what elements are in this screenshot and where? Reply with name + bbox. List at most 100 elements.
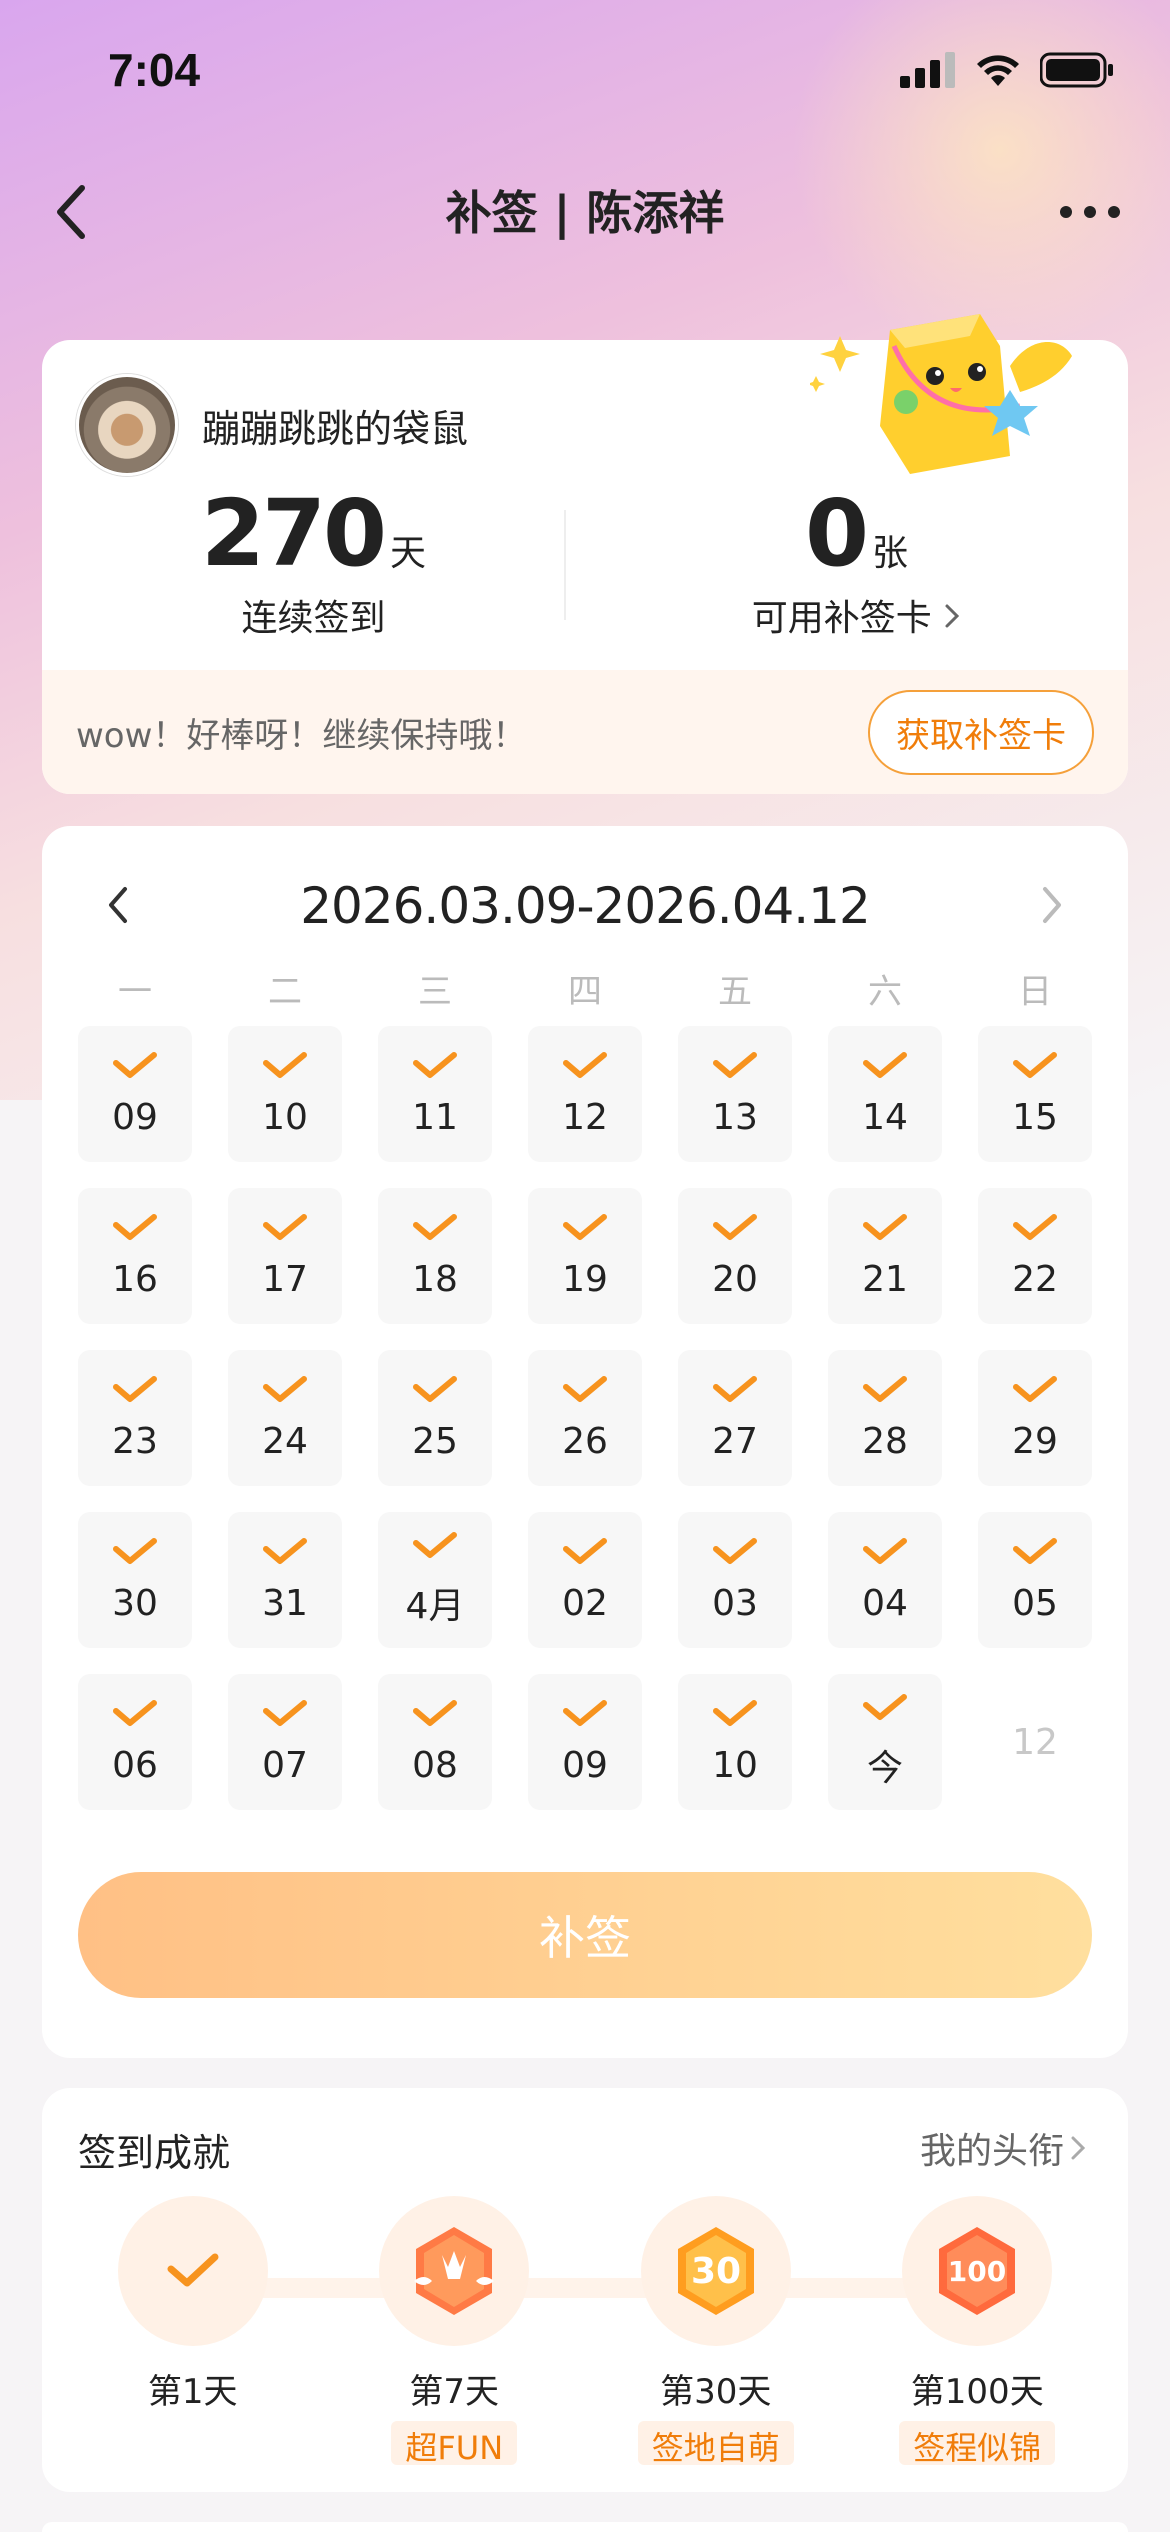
calendar-day-label: 30 [112, 1582, 158, 1624]
calendar-day[interactable]: 11 [378, 1026, 492, 1162]
streak-label: 连续签到 [241, 597, 386, 639]
signal-icon [900, 52, 955, 88]
check-icon [413, 1051, 457, 1078]
calendar-day-label: 07 [262, 1744, 308, 1786]
user-name: 蹦蹦跳跳的袋鼠 [202, 406, 469, 451]
calendar-day[interactable]: 21 [828, 1188, 942, 1324]
check-icon [113, 1051, 157, 1078]
achievement-day: 第30天 [660, 2372, 772, 2412]
weekday-label: 一 [118, 972, 152, 1012]
calendar-day[interactable]: 今 [828, 1674, 942, 1810]
calendar-header: 2026.03.09-2026.04.12 [42, 866, 1128, 946]
calendar-day[interactable]: 17 [228, 1188, 342, 1324]
calendar-day[interactable]: 08 [378, 1674, 492, 1810]
next-period-button[interactable] [1028, 880, 1078, 930]
calendar-day[interactable]: 30 [78, 1512, 192, 1648]
calendar-day-label: 13 [712, 1096, 758, 1138]
achievement-item[interactable]: 100 第100天 签程似锦 [892, 2196, 1062, 2467]
weekday-header: 一二三四五六日 [78, 964, 1092, 1013]
calendar-day[interactable]: 09 [78, 1026, 192, 1162]
check-icon [113, 1375, 157, 1402]
chevron-left-icon [57, 185, 85, 239]
nav-bar: 补签 | 陈添祥 [0, 150, 1170, 270]
more-button[interactable] [1040, 172, 1140, 252]
check-icon [113, 1213, 157, 1240]
check-icon [413, 1213, 457, 1240]
calendar-day[interactable]: 14 [828, 1026, 942, 1162]
calendar-day[interactable]: 06 [78, 1674, 192, 1810]
weekday-label: 日 [1018, 972, 1052, 1012]
svg-text:100: 100 [948, 2255, 1006, 2288]
check-icon [1013, 1213, 1057, 1240]
calendar-day[interactable]: 20 [678, 1188, 792, 1324]
cards-unit: 张 [872, 532, 909, 574]
svg-text:30: 30 [691, 2251, 741, 2292]
calendar-day[interactable]: 31 [228, 1512, 342, 1648]
calendar-day[interactable]: 24 [228, 1350, 342, 1486]
check-icon [413, 1375, 457, 1402]
check-icon [713, 1213, 757, 1240]
calendar-day[interactable]: 09 [528, 1674, 642, 1810]
calendar-day[interactable]: 18 [378, 1188, 492, 1324]
cards-label-row: 可用补签卡 [752, 589, 961, 641]
calendar-day[interactable]: 04 [828, 1512, 942, 1648]
calendar-day[interactable]: 26 [528, 1350, 642, 1486]
calendar-day-label: 20 [712, 1258, 758, 1300]
calendar-day[interactable]: 03 [678, 1512, 792, 1648]
calendar-day[interactable]: 25 [378, 1350, 492, 1486]
calendar-day[interactable]: 22 [978, 1188, 1092, 1324]
check-icon [263, 1375, 307, 1402]
calendar-day[interactable]: 05 [978, 1512, 1092, 1648]
calendar-day-label: 今 [866, 1748, 903, 1789]
my-titles-link[interactable]: 我的头衔 [920, 2122, 1086, 2174]
calendar-day[interactable]: 15 [978, 1026, 1092, 1162]
check-icon [863, 1213, 907, 1240]
my-titles-label: 我的头衔 [919, 2131, 1064, 2172]
weekday-label: 四 [568, 972, 602, 1012]
calendar-day-label: 4月 [405, 1586, 465, 1627]
achievement-list: 第1天 第7天 超FUN 30 第30天 签地自萌 100 第100天 签程似锦 [42, 2196, 1128, 2467]
calendar-day[interactable]: 12 [978, 1674, 1092, 1810]
avatar[interactable] [76, 374, 178, 476]
calendar-day-label: 16 [112, 1258, 158, 1300]
calendar-day[interactable]: 4月 [378, 1512, 492, 1648]
achievement-item[interactable]: 30 第30天 签地自萌 [631, 2196, 801, 2467]
calendar-day[interactable]: 13 [678, 1026, 792, 1162]
calendar-day[interactable]: 10 [228, 1026, 342, 1162]
calendar-day[interactable]: 19 [528, 1188, 642, 1324]
check-badge-icon [117, 2196, 268, 2346]
calendar-day-label: 12 [1012, 1721, 1058, 1763]
calendar-day[interactable]: 27 [678, 1350, 792, 1486]
check-icon [563, 1699, 607, 1726]
calendar-day[interactable]: 07 [228, 1674, 342, 1810]
calendar-day-label: 03 [712, 1582, 758, 1624]
hand-badge-icon [379, 2196, 530, 2346]
achievement-item[interactable]: 第7天 超FUN [369, 2196, 539, 2467]
weekday-label: 五 [718, 972, 752, 1012]
calendar-day[interactable]: 16 [78, 1188, 192, 1324]
weekday-label: 二 [268, 972, 302, 1012]
achievement-tag: 超FUN [391, 2421, 518, 2467]
calendar-day-label: 14 [862, 1096, 908, 1138]
check-icon [263, 1537, 307, 1564]
status-icons [900, 52, 1114, 88]
chevron-left-icon [109, 887, 127, 923]
check-icon [113, 1537, 157, 1564]
check-icon [713, 1699, 757, 1726]
check-icon [1013, 1375, 1057, 1402]
achievement-item[interactable]: 第1天 [108, 2196, 278, 2465]
streak-stat: 270 天 连续签到 [42, 470, 585, 650]
prev-period-button[interactable] [92, 880, 142, 930]
back-button[interactable] [30, 172, 110, 252]
more-dot-icon [1084, 206, 1096, 218]
make-up-button[interactable]: 补签 [78, 1872, 1092, 1998]
get-makeup-card-button[interactable]: 获取补签卡 [868, 689, 1094, 775]
calendar-day[interactable]: 23 [78, 1350, 192, 1486]
calendar-day[interactable]: 29 [978, 1350, 1092, 1486]
calendar-day[interactable]: 28 [828, 1350, 942, 1486]
calendar-day[interactable]: 10 [678, 1674, 792, 1810]
calendar-day-label: 10 [262, 1096, 308, 1138]
calendar-day[interactable]: 02 [528, 1512, 642, 1648]
calendar-day-label: 04 [862, 1582, 908, 1624]
calendar-day[interactable]: 12 [528, 1026, 642, 1162]
